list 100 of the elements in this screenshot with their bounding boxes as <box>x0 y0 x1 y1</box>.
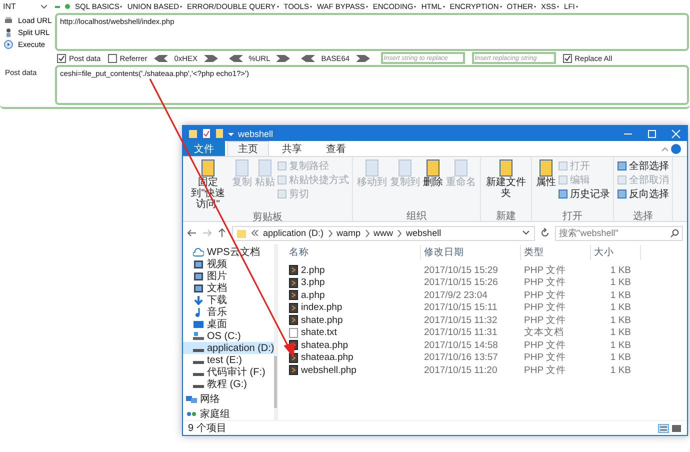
type-cell-text: PHP 文件 <box>523 276 568 290</box>
path-segment[interactable]: wamp <box>336 228 361 238</box>
nav-item[interactable]: 视频 <box>183 258 274 270</box>
minus-icon[interactable] <box>55 6 60 8</box>
people-icon <box>186 410 197 418</box>
thumbnail-view-icon[interactable] <box>671 424 682 432</box>
caret-icon[interactable] <box>228 130 234 136</box>
ribbon-tab[interactable]: 查看 <box>315 141 357 156</box>
collapse-icon[interactable] <box>661 146 669 152</box>
ribbon-tab[interactable]: 共享 <box>271 141 313 156</box>
nav-item[interactable]: application (D:) <box>183 342 274 354</box>
column-header[interactable]: 类型 <box>521 245 591 260</box>
refresh-icon[interactable] <box>540 228 550 238</box>
right-arrow-icon[interactable] <box>276 54 290 62</box>
file-name[interactable]: shatea.php <box>301 340 348 351</box>
file-name[interactable]: shateaa.php <box>301 352 354 364</box>
up-icon[interactable] <box>217 228 227 238</box>
type-cell-text: PHP 文件 <box>523 338 568 352</box>
size-cell-text: 1 KB <box>609 314 632 326</box>
checklist-icon[interactable] <box>202 129 211 138</box>
folder-icon[interactable] <box>215 129 224 138</box>
nav-item[interactable]: 桌面 <box>183 318 274 330</box>
size-cell-text: 1 KB <box>609 364 632 376</box>
left-arrow-icon[interactable] <box>154 54 168 62</box>
file-icon <box>289 315 298 326</box>
right-arrow-icon[interactable] <box>204 54 218 62</box>
square-icon <box>558 188 568 198</box>
nav-item[interactable]: 图片 <box>183 270 274 282</box>
size-cell-text: 1 KB <box>609 340 632 351</box>
ribbon-tab[interactable]: 文件 <box>183 141 225 156</box>
file-icon <box>289 265 298 276</box>
check-icon <box>58 54 65 62</box>
type-cell-text: PHP 文件 <box>523 314 568 327</box>
nav-item[interactable]: OS (C:) <box>183 330 274 342</box>
caret-icon[interactable] <box>522 230 530 236</box>
file-icon <box>289 365 298 376</box>
ribbon-button[interactable]: 全部选择 <box>617 159 669 172</box>
path-segment[interactable]: webshell <box>406 228 442 238</box>
maximize-icon[interactable] <box>647 128 657 138</box>
play-icon <box>4 40 13 49</box>
nav-item[interactable]: 文档 <box>183 282 274 294</box>
scrollbar[interactable] <box>274 244 277 420</box>
type-cell-text: PHP 文件 <box>523 288 568 302</box>
address-bar[interactable]: application (D:) wamp www webshell <box>232 226 535 240</box>
search-field[interactable]: 搜索"webshell" <box>555 226 683 240</box>
date-cell-text: 2017/10/15 11:20 <box>423 364 498 376</box>
right-arrow-icon[interactable] <box>356 54 370 62</box>
chevron-icon[interactable] <box>397 230 402 236</box>
nav-item[interactable]: test (E:) <box>183 354 274 366</box>
file-name[interactable]: shate.php <box>301 314 343 326</box>
nav-item[interactable]: 下载 <box>183 294 274 306</box>
caret-icon <box>41 4 47 8</box>
ribbon-button[interactable]: 属性 <box>535 159 557 209</box>
file-name[interactable]: a.php <box>301 290 325 301</box>
column-header[interactable]: 名称 <box>286 245 421 260</box>
close-icon[interactable] <box>671 128 681 138</box>
type-cell-text: PHP 文件 <box>523 301 568 314</box>
file-name[interactable]: 2.php <box>301 264 325 276</box>
ribbon-tab[interactable]: 主页 <box>227 141 269 156</box>
ribbon-button[interactable]: 删除 <box>422 159 444 209</box>
library-icon <box>193 260 204 268</box>
chevron-icon[interactable] <box>328 230 333 236</box>
file-name[interactable]: 3.php <box>301 277 325 288</box>
size-cell-text: 1 KB <box>609 352 632 364</box>
column-header[interactable]: 修改日期 <box>421 245 521 260</box>
path-segment[interactable]: www <box>374 228 394 238</box>
size-cell-text: 1 KB <box>609 277 632 288</box>
nav-item[interactable]: 代码审计 (F:) <box>183 366 274 378</box>
size-cell-text: 1 KB <box>609 302 632 314</box>
nav-item[interactable]: 教程 (G:) <box>183 378 274 390</box>
item-count: 9 个项目 <box>188 422 226 435</box>
file-name[interactable]: webshell.php <box>301 364 356 376</box>
file-name[interactable]: index.php <box>301 302 342 314</box>
size-cell-text: 1 KB <box>609 290 632 301</box>
square-icon <box>617 174 627 184</box>
square-icon <box>558 174 568 184</box>
ribbon-button[interactable]: 反向选择 <box>617 187 669 200</box>
ribbon-button[interactable]: 新建文件夹 <box>484 159 528 209</box>
date-cell-text: 2017/10/15 14:58 <box>423 340 499 351</box>
column-header[interactable]: 大小 <box>591 245 641 260</box>
type-cell-text: 文本文档 <box>523 326 565 340</box>
folder-icon <box>237 228 247 238</box>
left-arrow-icon[interactable] <box>228 54 243 62</box>
nav-item[interactable]: 家庭组 <box>183 408 274 420</box>
chevron-icon[interactable] <box>364 230 370 236</box>
download-icon <box>193 296 204 304</box>
nav-item[interactable]: 网络 <box>183 393 274 405</box>
path-segment[interactable]: application (D:) <box>263 228 324 238</box>
back-icon[interactable] <box>187 228 197 238</box>
nav-item[interactable]: 音乐 <box>183 306 274 318</box>
details-view-icon[interactable] <box>658 424 669 432</box>
ribbon-button[interactable]: 历史记录 <box>558 187 610 200</box>
left-arrow-icon[interactable] <box>301 54 316 62</box>
group-label: 打开 <box>562 210 584 221</box>
chevron-icon <box>251 230 259 236</box>
document-icon <box>199 159 217 177</box>
document-icon <box>497 159 515 177</box>
file-name[interactable]: shate.txt <box>301 327 337 338</box>
search-icon[interactable] <box>670 228 679 238</box>
group-label: 新建 <box>495 210 517 221</box>
